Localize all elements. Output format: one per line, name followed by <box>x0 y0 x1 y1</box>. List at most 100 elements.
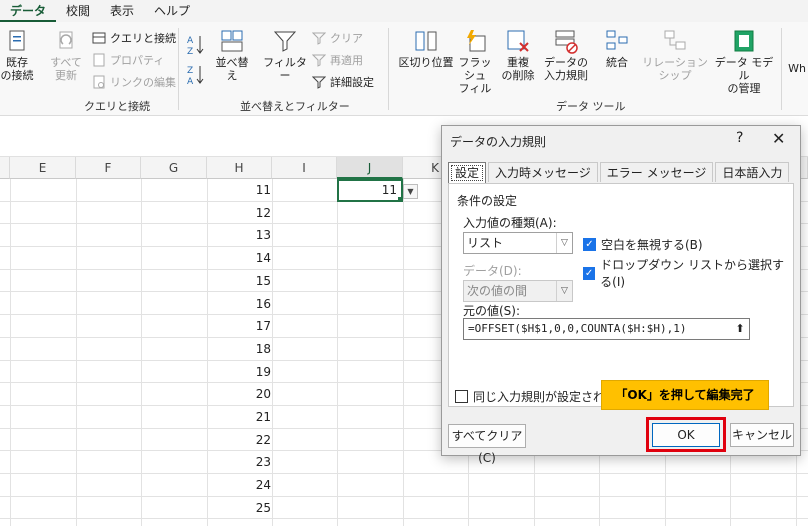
ok-button[interactable]: OK <box>652 423 720 447</box>
svg-text:A: A <box>187 77 194 87</box>
properties-label: プロパティ <box>110 54 165 67</box>
sort-ascending-icon: AZ <box>187 36 204 57</box>
group-label-queries: クエリと接続 <box>84 100 150 113</box>
cell-h-value[interactable]: 22 <box>207 429 271 451</box>
existing-connections-button[interactable]: 既存 の接続 <box>0 28 34 82</box>
refresh-all-button[interactable]: すべて 更新 <box>46 28 86 82</box>
remove-duplicates-button[interactable]: 重複 の削除 <box>498 28 538 82</box>
checkbox-box <box>455 390 468 403</box>
column-header-f[interactable]: F <box>76 157 141 179</box>
data-validation-label: データの 入力規則 <box>544 56 588 82</box>
tab-help[interactable]: ヘルプ <box>144 0 200 22</box>
advanced-label: 詳細設定 <box>330 76 374 89</box>
tab-data[interactable]: データ <box>0 0 57 22</box>
column-header-g[interactable]: G <box>141 157 207 179</box>
data-validation-button[interactable]: データの 入力規則 <box>540 28 592 82</box>
column-header-j[interactable]: J <box>337 157 403 179</box>
table-icon <box>92 32 106 44</box>
sort-icon <box>221 30 243 52</box>
cell-h-value[interactable]: 16 <box>207 293 271 315</box>
filter-label: フィルター <box>263 56 307 82</box>
clear-filter-button[interactable]: クリア <box>312 30 363 46</box>
active-cell-j[interactable]: 11 <box>337 179 403 202</box>
advanced-filter-button[interactable]: 詳細設定 <box>312 74 374 90</box>
tab-input-message[interactable]: 入力時メッセージ <box>488 162 598 182</box>
cell-h-value[interactable]: 18 <box>207 338 271 360</box>
sort-button[interactable]: 並べ替え <box>212 28 252 82</box>
ignore-blank-checkbox[interactable]: ✓ 空白を無視する(B) <box>583 236 703 253</box>
cell-h-value[interactable]: 20 <box>207 383 271 405</box>
relationships-button[interactable]: リレーションシップ <box>637 28 713 82</box>
relationships-label: リレーションシップ <box>642 56 708 82</box>
tab-review[interactable]: 校閲 <box>56 0 100 22</box>
help-icon[interactable]: ? <box>736 130 743 146</box>
in-cell-dropdown-checkbox[interactable]: ✓ ドロップダウン リストから選択する(I) <box>583 256 793 290</box>
group-separator <box>388 28 389 110</box>
collapse-dialog-icon[interactable]: ⬆ <box>732 320 748 338</box>
chevron-down-icon: ▼ <box>407 187 414 196</box>
edit-links-label: リンクの編集 <box>110 76 176 89</box>
reapply-label: 再適用 <box>330 54 363 67</box>
consolidate-icon <box>606 30 628 50</box>
allow-select[interactable]: リスト ▽ <box>463 232 573 254</box>
cell-h-value[interactable]: 12 <box>207 202 271 224</box>
cell-dropdown-button[interactable]: ▼ <box>403 184 418 199</box>
text-to-columns-label: 区切り位置 <box>398 56 454 69</box>
in-cell-dropdown-label: ドロップダウン リストから選択する(I) <box>600 258 784 289</box>
cell-h-value[interactable]: 25 <box>207 497 271 519</box>
chevron-down-icon: ▽ <box>556 281 572 301</box>
data-value: 次の値の間 <box>467 284 528 298</box>
cell-h-value[interactable]: 19 <box>207 361 271 383</box>
data-model-button[interactable]: データ モデル の管理 <box>713 28 775 95</box>
flash-fill-button[interactable]: フラッシュ フィル <box>455 28 495 95</box>
cell-h-value[interactable]: 11 <box>207 179 271 201</box>
sort-za-button[interactable]: ZA <box>184 62 210 90</box>
source-input[interactable]: =OFFSET($H$1,0,0,COUNTA($H:$H),1) <box>463 318 750 340</box>
chevron-down-icon: ▽ <box>556 233 572 253</box>
close-icon[interactable]: ✕ <box>772 129 785 148</box>
cell-h-value[interactable]: 24 <box>207 474 271 496</box>
dialog-title: データの入力規則 <box>450 135 547 149</box>
checkmark-icon: ✓ <box>583 266 596 280</box>
sort-az-button[interactable]: AZ <box>184 32 210 60</box>
column-header-e[interactable]: E <box>10 157 76 179</box>
clear-all-button[interactable]: すべてクリア(C) <box>448 424 526 465</box>
edit-links-button[interactable]: リンクの編集 <box>92 74 176 90</box>
cell-h-value[interactable]: 14 <box>207 247 271 269</box>
flash-fill-label: フラッシュ フィル <box>458 56 492 95</box>
queries-connections-button[interactable]: クエリと接続 <box>92 30 176 46</box>
tab-settings[interactable]: 設定 <box>448 162 487 184</box>
svg-text:A: A <box>187 36 194 46</box>
data-label: データ(D): <box>463 264 522 278</box>
tab-ime-mode[interactable]: 日本語入力 <box>715 162 790 182</box>
allow-label: 入力値の種類(A): <box>463 216 557 230</box>
cancel-button[interactable]: キャンセル <box>730 423 794 447</box>
filter-button[interactable]: フィルター <box>262 28 308 82</box>
group-label-data-tools: データ ツール <box>556 100 626 113</box>
consolidate-button[interactable]: 統合 <box>600 28 634 69</box>
cell-h-value[interactable]: 17 <box>207 315 271 337</box>
what-if-label: Wh <box>788 62 806 75</box>
cell-h-value[interactable]: 23 <box>207 451 271 473</box>
sort-label: 並べ替え <box>215 56 249 82</box>
text-to-columns-button[interactable]: 区切り位置 <box>398 28 454 69</box>
remove-duplicates-icon <box>507 30 529 52</box>
cell-h-value[interactable]: 15 <box>207 270 271 292</box>
criteria-heading: 条件の設定 <box>457 194 518 208</box>
tab-view[interactable]: 表示 <box>100 0 144 22</box>
data-model-label: データ モデル の管理 <box>714 56 774 95</box>
column-header-i[interactable]: I <box>272 157 337 179</box>
tab-error-alert[interactable]: エラー メッセージ <box>599 162 714 182</box>
table-row: 25 <box>0 497 808 520</box>
data-validation-icon <box>555 30 578 54</box>
what-if-button[interactable]: Wh <box>786 62 808 75</box>
cell-h-value[interactable]: 13 <box>207 224 271 246</box>
properties-button[interactable]: プロパティ <box>92 52 164 68</box>
reapply-button[interactable]: 再適用 <box>312 52 363 68</box>
cell-h-value[interactable]: 21 <box>207 406 271 428</box>
advanced-filter-icon <box>312 76 326 89</box>
group-separator <box>781 28 782 110</box>
column-header-h[interactable]: H <box>207 157 272 179</box>
group-label-sort-filter: 並べ替えとフィルター <box>240 100 350 113</box>
data-select[interactable]: 次の値の間 ▽ <box>463 280 573 302</box>
